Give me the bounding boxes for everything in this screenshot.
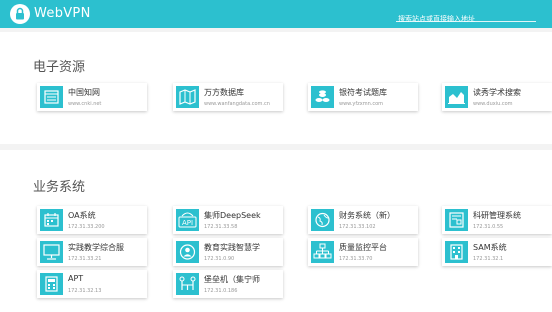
search-input[interactable] bbox=[396, 12, 536, 26]
resource-url: www.yfzxmn.com bbox=[339, 101, 384, 107]
resource-url: www.cnki.net bbox=[68, 101, 102, 107]
system-card-bastion[interactable]: 堡垒机（集宁师 172.31.0.186 bbox=[173, 270, 283, 298]
search-box[interactable] bbox=[396, 6, 536, 26]
section-title: 业务系统 bbox=[33, 180, 86, 195]
system-name: APT bbox=[68, 274, 84, 283]
system-name: 集师DeepSeek bbox=[204, 211, 261, 220]
system-address: 172.31.33.21 bbox=[68, 256, 102, 262]
resource-name: 万方数据库 bbox=[204, 88, 244, 97]
resource-name: 中国知网 bbox=[68, 88, 100, 97]
resource-card-wanfang[interactable]: 万方数据库 www.wanfangdata.com.cn bbox=[173, 83, 283, 111]
business-systems-section: 业务系统 OA系统 172.31.33.200 API 集师DeepSeek 1… bbox=[0, 150, 552, 312]
system-card-apt[interactable]: APT 172.31.32.13 bbox=[37, 270, 147, 298]
system-address: 172.31.33.58 bbox=[204, 224, 238, 230]
section-title: 电子资源 bbox=[33, 60, 86, 75]
coins-icon bbox=[311, 86, 334, 108]
tree-icon bbox=[176, 273, 199, 295]
resource-url: www.duxiu.com bbox=[473, 101, 513, 107]
calculator-icon bbox=[40, 273, 63, 295]
top-bar: WebVPN bbox=[0, 0, 552, 28]
system-name: 实践教学综合服 bbox=[68, 243, 124, 252]
calendar-icon bbox=[40, 209, 63, 231]
resource-name: 银符考试题库 bbox=[339, 88, 387, 97]
system-name: 质量监控平台 bbox=[339, 243, 387, 252]
lock-icon bbox=[10, 4, 30, 24]
system-card-smart-edu[interactable]: 教育实践智慧学 172.31.0.90 bbox=[173, 238, 283, 266]
resource-card-yinfu[interactable]: 银符考试题库 www.yfzxmn.com bbox=[308, 83, 418, 111]
resource-url: www.wanfangdata.com.cn bbox=[204, 101, 270, 107]
system-card-sam[interactable]: SAM系统 172.31.32.1 bbox=[442, 238, 552, 266]
system-address: 172.31.33.70 bbox=[339, 256, 373, 262]
system-address: 172.31.32.13 bbox=[68, 288, 102, 294]
system-name: 科研管理系统 bbox=[473, 211, 521, 220]
chart-icon bbox=[445, 86, 468, 108]
monitor-icon bbox=[40, 241, 63, 263]
system-address: 172.31.0.186 bbox=[204, 288, 238, 294]
system-address: 172.31.33.200 bbox=[68, 224, 105, 230]
svg-text:API: API bbox=[182, 219, 193, 227]
document-icon bbox=[445, 209, 468, 231]
resource-card-duxiu[interactable]: 读秀学术搜索 www.duxiu.com bbox=[442, 83, 552, 111]
system-card-practice[interactable]: 实践教学综合服 172.31.33.21 bbox=[37, 238, 147, 266]
system-address: 172.31.32.1 bbox=[473, 256, 504, 262]
api-icon: API bbox=[176, 209, 199, 231]
resource-card-cnki[interactable]: 中国知网 www.cnki.net bbox=[37, 83, 147, 111]
system-name: 财务系统（新） bbox=[339, 211, 395, 220]
electronic-resources-section: 电子资源 中国知网 www.cnki.net 万方数据库 www.wanfang… bbox=[0, 32, 552, 144]
globe-icon bbox=[311, 209, 334, 231]
map-icon bbox=[176, 86, 199, 108]
system-card-quality[interactable]: 质量监控平台 172.31.33.70 bbox=[308, 238, 418, 266]
brand-name: WebVPN bbox=[34, 6, 91, 21]
system-name: SAM系统 bbox=[473, 243, 507, 252]
user-icon bbox=[176, 241, 199, 263]
system-address: 172.31.0.90 bbox=[204, 256, 235, 262]
system-card-oa[interactable]: OA系统 172.31.33.200 bbox=[37, 206, 147, 234]
network-icon bbox=[311, 241, 334, 263]
building-icon bbox=[445, 241, 468, 263]
list-icon bbox=[40, 86, 63, 108]
system-name: 堡垒机（集宁师 bbox=[204, 275, 260, 284]
resource-name: 读秀学术搜索 bbox=[473, 88, 521, 97]
system-card-research[interactable]: 科研管理系统 172.31.0.55 bbox=[442, 206, 552, 234]
system-address: 172.31.0.55 bbox=[473, 224, 504, 230]
system-card-deepseek[interactable]: API 集师DeepSeek 172.31.33.58 bbox=[173, 206, 283, 234]
system-name: 教育实践智慧学 bbox=[204, 243, 260, 252]
system-name: OA系统 bbox=[68, 211, 96, 220]
system-card-finance[interactable]: 财务系统（新） 172.31.33.102 bbox=[308, 206, 418, 234]
system-address: 172.31.33.102 bbox=[339, 224, 376, 230]
